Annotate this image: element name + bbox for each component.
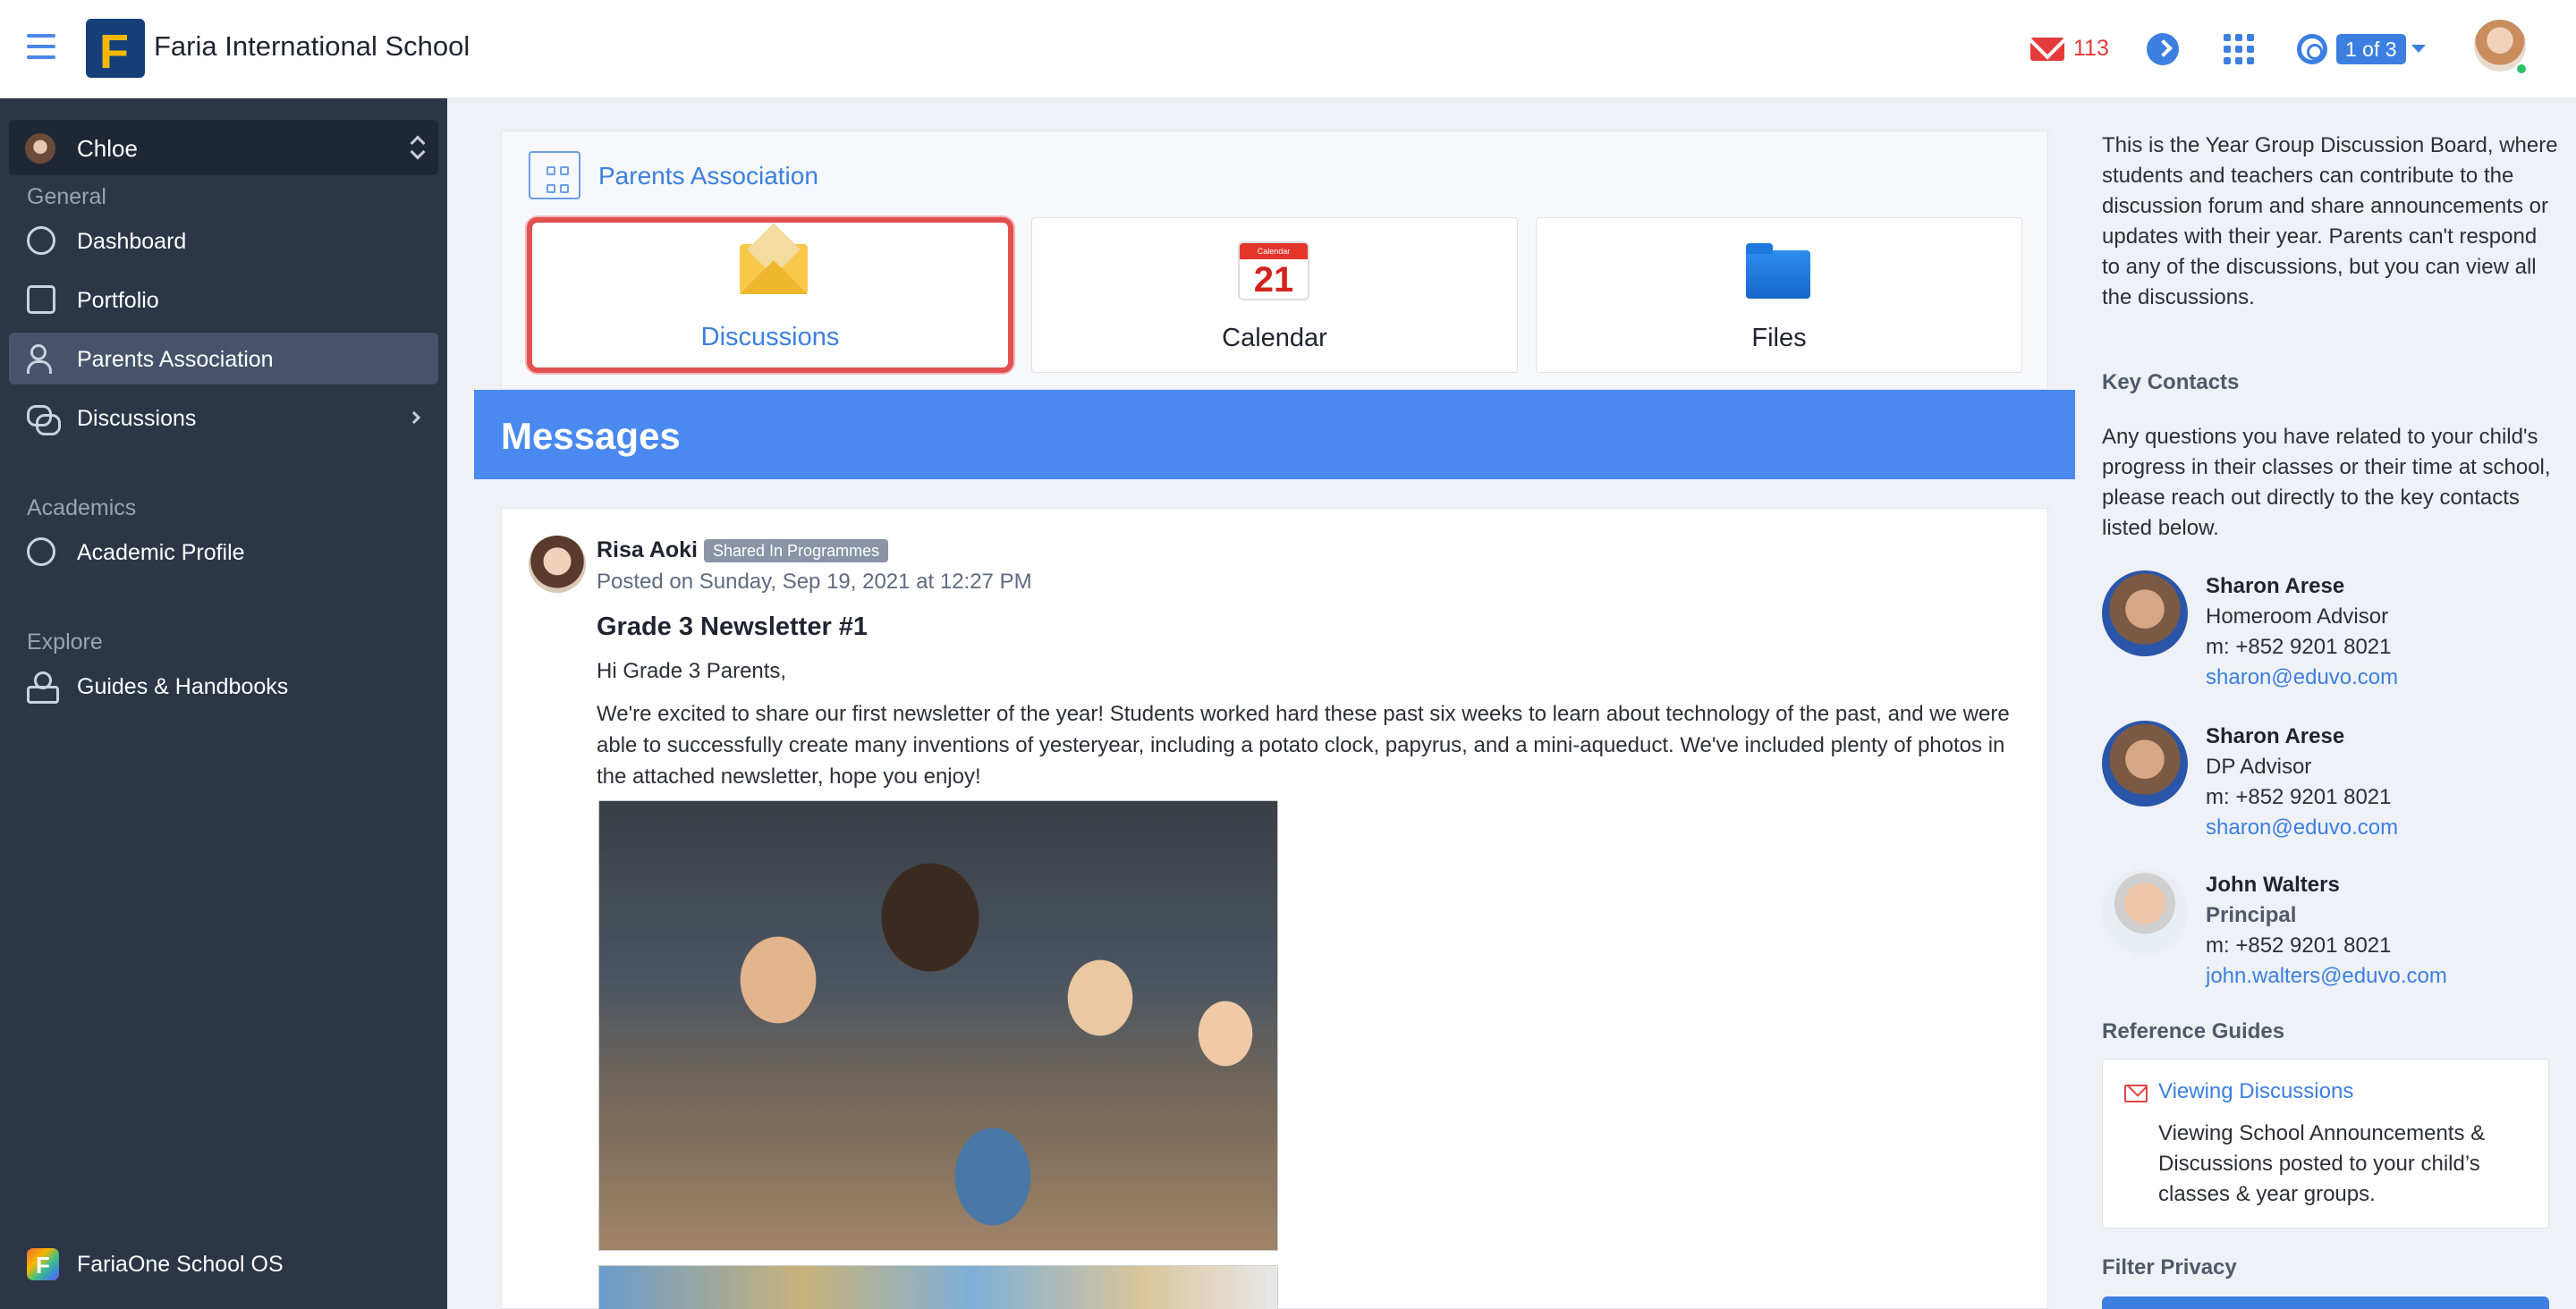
discussions-icon (27, 403, 61, 435)
contact-name: Sharon Arese (2206, 574, 2345, 598)
section-label-academics: Academics (27, 495, 137, 520)
post-title: Grade 3 Newsletter #1 (597, 612, 869, 641)
sidebar-item-dashboard[interactable]: Dashboard (9, 215, 438, 266)
group-icon (529, 151, 580, 199)
guides-icon (27, 671, 59, 704)
academic-profile-icon (27, 537, 55, 566)
help-icon[interactable] (2297, 34, 2327, 64)
fariaone-label: FariaOne School OS (77, 1252, 284, 1277)
online-status-indicator (2515, 63, 2528, 75)
contact-phone: m: +852 9201 8021 (2206, 785, 2392, 809)
calendar-icon-header: Calendar (1240, 243, 1308, 259)
sidebar-item-guides-handbooks[interactable]: Guides & Handbooks (9, 660, 438, 712)
chevron-down-icon[interactable] (2411, 45, 2426, 53)
contact-card: John Walters Principal m: +852 9201 8021… (2102, 869, 2558, 1012)
contact-name: Sharon Arese (2206, 724, 2345, 748)
sidebar-item-label: Parents Association (77, 347, 274, 372)
chevron-right-icon (407, 410, 421, 425)
key-contacts-heading: Key Contacts (2102, 370, 2240, 394)
contact-phone: m: +852 9201 8021 (2206, 933, 2392, 958)
school-name: Faria International School (154, 30, 470, 62)
contact-role: Homeroom Advisor (2206, 604, 2389, 629)
contact-role: Principal (2206, 903, 2297, 927)
filter-privacy-heading: Filter Privacy (2102, 1255, 2237, 1279)
people-icon (27, 344, 55, 374)
key-contacts-intro: Any questions you have related to your c… (2102, 425, 2551, 540)
top-bar: F Faria International School 113 1 of 3 (0, 0, 2576, 98)
messages-header: Messages (474, 390, 2075, 479)
sidebar-item-label: Dashboard (77, 229, 187, 254)
sidebar: Chloe General Dashboard Portfolio Parent… (0, 98, 447, 1309)
chevron-up-down-icon (410, 134, 424, 161)
dashboard-icon (27, 226, 55, 255)
author-avatar[interactable] (529, 536, 586, 593)
guide-description: Viewing School Announcements & Discussio… (2158, 1121, 2486, 1206)
user-switcher[interactable]: Chloe (9, 120, 438, 175)
portfolio-icon (27, 285, 55, 314)
contact-role: DP Advisor (2206, 755, 2312, 779)
message-post: Risa Aoki Shared In Programmes Posted on… (501, 508, 2048, 1309)
contact-photo (2102, 570, 2188, 656)
contact-card: Sharon Arese DP Advisor m: +852 9201 802… (2102, 721, 2558, 864)
contact-email-link[interactable]: sharon@eduvo.com (2206, 815, 2398, 840)
post-body: We're excited to share our first newslet… (597, 702, 2010, 789)
calendar-tile[interactable]: Calendar 21 Calendar (1031, 217, 1518, 373)
group-title[interactable]: Parents Association (598, 162, 818, 190)
contact-email-link[interactable]: john.walters@eduvo.com (2206, 964, 2447, 989)
sidebar-item-label: Academic Profile (77, 540, 245, 565)
messages-title: Messages (501, 415, 681, 457)
guide-title-link[interactable]: Viewing Discussions (2158, 1079, 2353, 1104)
sidebar-item-label: Discussions (77, 406, 197, 431)
contact-email-link[interactable]: sharon@eduvo.com (2206, 665, 2398, 690)
post-photo-second[interactable] (598, 1265, 1278, 1309)
chat-icon[interactable] (2147, 33, 2179, 65)
post-photo[interactable] (598, 800, 1278, 1251)
logo-letter: F (99, 25, 129, 79)
contact-photo (2102, 721, 2188, 807)
mail-icon (2124, 1085, 2148, 1102)
board-description: This is the Year Group Discussion Board,… (2102, 133, 2558, 309)
files-tile[interactable]: Files (1536, 217, 2022, 373)
contact-photo (2102, 869, 2188, 955)
tile-label: Discussions (700, 323, 840, 351)
reference-guides-heading: Reference Guides (2102, 1019, 2285, 1043)
contact-name: John Walters (2206, 873, 2340, 897)
contact-card: Sharon Arese Homeroom Advisor m: +852 92… (2102, 570, 2558, 714)
mail-count[interactable]: 113 (2073, 36, 2109, 62)
pager-badge[interactable]: 1 of 3 (2336, 34, 2406, 64)
section-label-general: General (27, 184, 106, 209)
sidebar-item-parents-association[interactable]: Parents Association (9, 333, 438, 384)
user-avatar (25, 133, 55, 164)
post-author[interactable]: Risa Aoki (597, 537, 698, 563)
discussions-tile[interactable]: Discussions (527, 217, 1013, 373)
filter-privacy-button[interactable] (2102, 1296, 2549, 1309)
sidebar-item-portfolio[interactable]: Portfolio (9, 274, 438, 325)
folder-icon (1746, 243, 1810, 299)
shared-badge: Shared In Programmes (704, 539, 889, 562)
post-date: Posted on Sunday, Sep 19, 2021 at 12:27 … (597, 570, 1032, 594)
contact-phone: m: +852 9201 8021 (2206, 635, 2392, 659)
reference-guide-card[interactable]: Viewing Discussions Viewing School Annou… (2102, 1059, 2549, 1229)
sidebar-item-label: Guides & Handbooks (77, 674, 289, 699)
school-logo[interactable]: F (86, 19, 145, 79)
calendar-icon: Calendar 21 (1238, 241, 1309, 300)
sidebar-item-discussions[interactable]: Discussions (9, 392, 438, 443)
envelope-icon (740, 244, 808, 294)
tile-label: Calendar (1222, 324, 1327, 352)
apps-grid-icon[interactable] (2224, 34, 2254, 64)
menu-icon[interactable] (27, 34, 55, 61)
sidebar-item-label: Portfolio (77, 288, 159, 313)
group-quick-links: Parents Association Discussions Calendar… (501, 131, 2048, 390)
tile-label: Files (1751, 324, 1807, 352)
post-greeting: Hi Grade 3 Parents, (597, 659, 787, 683)
fariaone-logo-icon (27, 1248, 59, 1280)
mail-icon[interactable] (2030, 38, 2064, 61)
user-name: Chloe (77, 135, 138, 162)
sidebar-item-academic-profile[interactable]: Academic Profile (9, 526, 438, 578)
calendar-icon-day: 21 (1253, 260, 1294, 300)
section-label-explore: Explore (27, 629, 103, 654)
